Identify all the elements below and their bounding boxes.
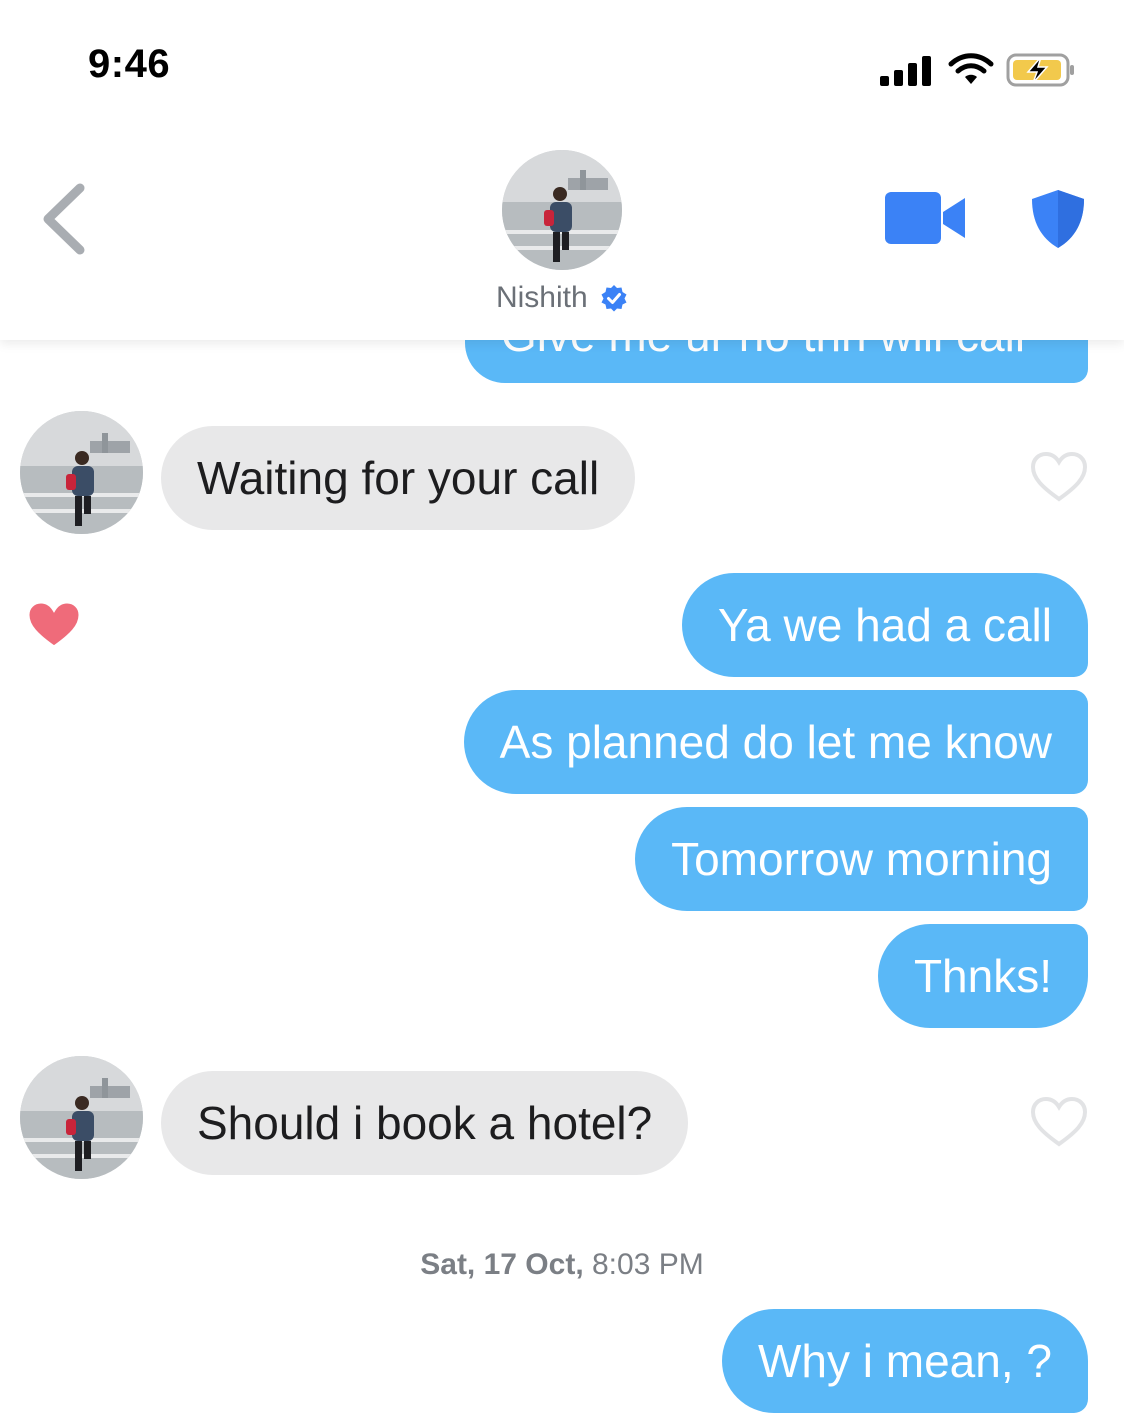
- message-bubble-outgoing[interactable]: Why i mean, ?: [722, 1309, 1088, 1413]
- message-bubble-outgoing[interactable]: As planned do let me know: [463, 690, 1088, 794]
- safety-shield-icon[interactable]: [1030, 188, 1086, 250]
- avatar-photo: [502, 150, 622, 270]
- message-text: Thnks!: [913, 950, 1052, 1002]
- message-text: Ya we had a call: [717, 599, 1052, 651]
- status-time: 9:46: [88, 42, 171, 86]
- contact-name: Nishith: [495, 281, 588, 315]
- heart-outline-icon[interactable]: [1030, 1096, 1088, 1148]
- contact-name-row[interactable]: Nishith: [0, 280, 1124, 315]
- contact-avatar[interactable]: [20, 411, 143, 534]
- back-chevron-icon[interactable]: [40, 182, 90, 256]
- message-bubble-outgoing[interactable]: Ya we had a call: [681, 573, 1088, 677]
- verified-badge-icon: [601, 285, 627, 312]
- message-bubble-outgoing[interactable]: Tomorrow morning: [635, 807, 1088, 911]
- avatar-photo: [20, 411, 143, 534]
- message-text: Why i mean, ?: [758, 1335, 1052, 1387]
- timestamp-time: 8:03 PM: [592, 1248, 704, 1281]
- heart-filled-icon[interactable]: [26, 600, 82, 650]
- contact-profile-avatar[interactable]: [502, 150, 622, 270]
- message-bubble-incoming[interactable]: Waiting for your call: [161, 426, 636, 530]
- cellular-signal-icon: [880, 56, 931, 86]
- timestamp-date: Sat, 17 Oct,: [420, 1248, 584, 1281]
- wifi-icon: [948, 53, 994, 84]
- video-camera-icon[interactable]: [885, 192, 967, 244]
- message-text: Should i book a hotel?: [197, 1097, 653, 1149]
- message-text: Waiting for your call: [197, 452, 600, 504]
- heart-outline-icon[interactable]: [1030, 451, 1088, 503]
- chat-header: Nishith: [0, 130, 1124, 340]
- message-bubble-incoming[interactable]: Should i book a hotel?: [161, 1071, 689, 1175]
- contact-avatar[interactable]: [20, 1056, 143, 1179]
- battery-charging-icon: [1006, 53, 1074, 87]
- status-icons: [878, 50, 1078, 90]
- message-bubble-outgoing[interactable]: Thnks!: [877, 924, 1088, 1028]
- message-text: As planned do let me know: [499, 716, 1052, 768]
- message-timestamp: Sat, 17 Oct, 8:03 PM: [0, 1248, 1124, 1282]
- avatar-photo: [20, 1056, 143, 1179]
- status-bar: 9:46: [0, 0, 1124, 130]
- message-text: Tomorrow morning: [671, 833, 1052, 885]
